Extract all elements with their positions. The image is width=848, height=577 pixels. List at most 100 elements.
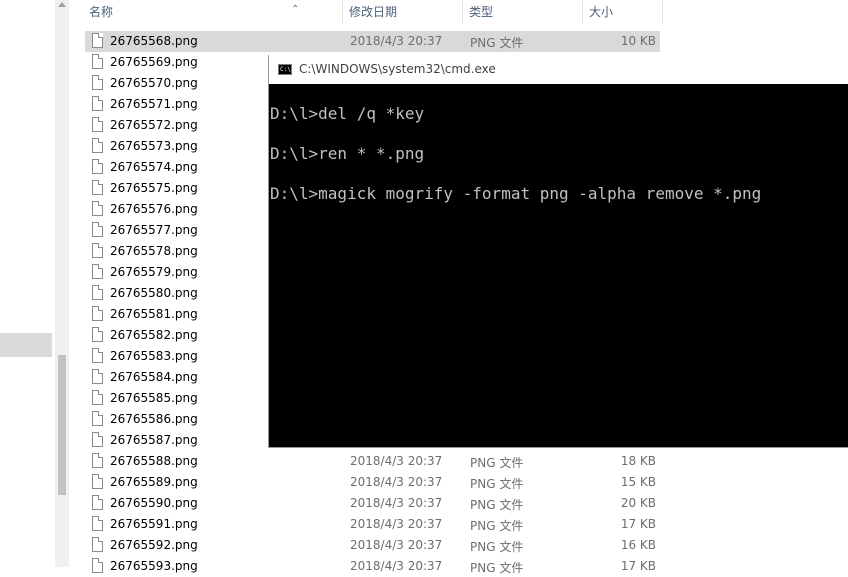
file-name: 26765593.png: [110, 559, 198, 573]
file-icon: [92, 264, 103, 279]
file-name: 26765574.png: [110, 160, 198, 174]
file-icon: [92, 75, 103, 90]
file-name: 26765587.png: [110, 433, 198, 447]
file-size: 15 KB: [620, 475, 656, 489]
file-icon: [92, 369, 103, 384]
file-icon: [92, 495, 103, 510]
file-name: 26765590.png: [110, 496, 198, 510]
file-size: 18 KB: [620, 454, 656, 468]
file-row[interactable]: 26765588.png 2018/4/3 20:37 PNG 文件 18 KB: [85, 451, 660, 472]
file-name: 26765583.png: [110, 349, 198, 363]
file-row[interactable]: 26765568.png 2018/4/3 20:37 PNG 文件 10 KB: [85, 31, 660, 52]
file-name: 26765581.png: [110, 307, 198, 321]
file-icon: [92, 558, 103, 573]
file-name: 26765592.png: [110, 538, 198, 552]
file-date: 2018/4/3 20:37: [350, 475, 443, 489]
file-row[interactable]: 26765591.png 2018/4/3 20:37 PNG 文件 17 KB: [85, 514, 660, 535]
column-header-date[interactable]: 修改日期: [343, 0, 463, 24]
file-size: 16 KB: [620, 538, 656, 552]
file-name: 26765585.png: [110, 391, 198, 405]
file-size: 20 KB: [620, 496, 656, 510]
file-row[interactable]: 26765589.png 2018/4/3 20:37 PNG 文件 15 KB: [85, 472, 660, 493]
file-icon: [92, 537, 103, 552]
scroll-up-arrow-icon[interactable]: [58, 2, 66, 7]
file-size: 17 KB: [620, 517, 656, 531]
scrollbar-thumb[interactable]: [58, 355, 66, 495]
file-icon: [92, 54, 103, 69]
file-name: 26765576.png: [110, 202, 198, 216]
file-name: 26765580.png: [110, 286, 198, 300]
cmd-line: D:\l>del /q *key: [270, 104, 425, 123]
file-icon: [92, 201, 103, 216]
file-date: 2018/4/3 20:37: [350, 34, 443, 48]
console-icon: C:\: [278, 64, 292, 75]
file-name: 26765588.png: [110, 454, 198, 468]
file-name: 26765591.png: [110, 517, 198, 531]
file-name: 26765568.png: [110, 34, 198, 48]
cmd-line: D:\l>magick mogrify -format png -alpha r…: [270, 184, 762, 203]
file-name: 26765582.png: [110, 328, 198, 342]
file-icon: [92, 243, 103, 258]
file-icon: [92, 159, 103, 174]
file-type: PNG 文件: [470, 36, 524, 50]
file-icon: [92, 33, 103, 48]
file-name: 26765586.png: [110, 412, 198, 426]
file-row[interactable]: 26765592.png 2018/4/3 20:37 PNG 文件 16 KB: [85, 535, 660, 556]
file-name: 26765572.png: [110, 118, 198, 132]
file-icon: [92, 222, 103, 237]
file-icon: [92, 432, 103, 447]
file-name: 26765569.png: [110, 55, 198, 69]
file-icon: [92, 117, 103, 132]
file-icon: [92, 180, 103, 195]
file-type: PNG 文件: [470, 561, 524, 575]
file-icon: [92, 411, 103, 426]
column-header-date-label: 修改日期: [349, 5, 398, 19]
file-name: 26765575.png: [110, 181, 198, 195]
navigation-scrollbar[interactable]: [55, 0, 69, 567]
file-name: 26765589.png: [110, 475, 198, 489]
file-name: 26765573.png: [110, 139, 198, 153]
file-type: PNG 文件: [470, 456, 524, 470]
file-name: 26765577.png: [110, 223, 198, 237]
file-size: 17 KB: [620, 559, 656, 573]
file-date: 2018/4/3 20:37: [350, 517, 443, 531]
file-icon: [92, 516, 103, 531]
cmd-titlebar[interactable]: C:\ C:\WINDOWS\system32\cmd.exe: [269, 55, 848, 84]
sort-up-icon: ⌃: [291, 4, 300, 15]
cmd-window-title: C:\WINDOWS\system32\cmd.exe: [299, 62, 496, 76]
file-icon: [92, 285, 103, 300]
file-icon: [92, 474, 103, 489]
file-name: 26765571.png: [110, 97, 198, 111]
file-icon: [92, 138, 103, 153]
file-row[interactable]: 26765590.png 2018/4/3 20:37 PNG 文件 20 KB: [85, 493, 660, 514]
cmd-console[interactable]: D:\l>del /q *key D:\l>ren * *.png D:\l>m…: [269, 84, 848, 447]
cmd-line: D:\l>ren * *.png: [270, 144, 425, 163]
file-icon: [92, 453, 103, 468]
file-size: 10 KB: [620, 34, 656, 48]
file-type: PNG 文件: [470, 477, 524, 491]
nav-selected-item[interactable]: [0, 333, 52, 357]
column-header-name-label: 名称: [89, 5, 114, 19]
file-icon: [92, 390, 103, 405]
column-header-size-label: 大小: [589, 5, 614, 19]
navigation-pane[interactable]: [0, 0, 55, 567]
file-icon: [92, 327, 103, 342]
file-icon: [92, 348, 103, 363]
file-type: PNG 文件: [470, 498, 524, 512]
file-icon: [92, 306, 103, 321]
file-date: 2018/4/3 20:37: [350, 454, 443, 468]
column-header-type-label: 类型: [469, 5, 494, 19]
file-name: 26765570.png: [110, 76, 198, 90]
file-date: 2018/4/3 20:37: [350, 559, 443, 573]
column-header-name[interactable]: 名称 ⌃: [83, 0, 343, 24]
file-date: 2018/4/3 20:37: [350, 496, 443, 510]
file-type: PNG 文件: [470, 540, 524, 554]
column-header-size[interactable]: 大小: [583, 0, 663, 24]
column-header-type[interactable]: 类型: [463, 0, 583, 24]
file-icon: [92, 96, 103, 111]
file-name: 26765578.png: [110, 244, 198, 258]
file-name: 26765584.png: [110, 370, 198, 384]
file-type: PNG 文件: [470, 519, 524, 533]
cmd-window[interactable]: C:\ C:\WINDOWS\system32\cmd.exe D:\l>del…: [268, 55, 848, 448]
file-name: 26765579.png: [110, 265, 198, 279]
